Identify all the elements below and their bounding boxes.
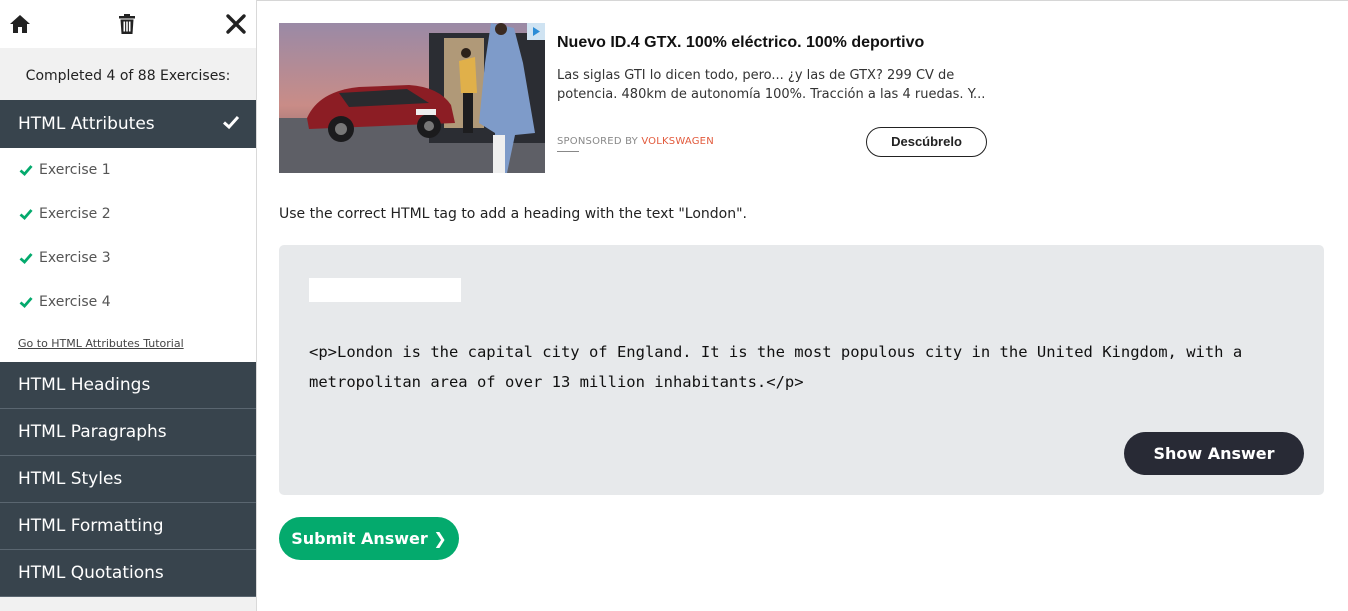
- ad-choices-icon[interactable]: [527, 23, 545, 40]
- exercise-item-2[interactable]: Exercise 2: [0, 192, 256, 236]
- ad-description: Las siglas GTI lo dicen todo, pero... ¿y…: [557, 68, 986, 102]
- code-box: <p>London is the capital city of England…: [279, 245, 1324, 495]
- section-html-styles[interactable]: HTML Styles: [0, 456, 256, 503]
- check-icon: [19, 209, 33, 220]
- exercise-label: Exercise 4: [39, 294, 111, 310]
- home-icon[interactable]: [8, 12, 32, 36]
- section-html-paragraphs[interactable]: HTML Paragraphs: [0, 409, 256, 456]
- section-label: HTML Styles: [18, 469, 123, 489]
- ad-cta-button[interactable]: Descúbrelo: [866, 127, 987, 157]
- check-icon: [19, 165, 33, 176]
- exercise-item-1[interactable]: Exercise 1: [0, 148, 256, 192]
- exercise-sidebar: Completed 4 of 88 Exercises: HTML Attrib…: [0, 0, 257, 611]
- tutorial-link[interactable]: Go to HTML Attributes Tutorial: [0, 324, 256, 362]
- ad-brand[interactable]: VOLKSWAGEN: [641, 136, 714, 147]
- check-icon: [19, 297, 33, 308]
- sponsor-underline: [557, 151, 579, 152]
- check-icon: [19, 253, 33, 264]
- sidebar-toolbar: [0, 0, 256, 48]
- code-text: <p>London is the capital city of England…: [309, 343, 1243, 391]
- exercise-item-3[interactable]: Exercise 3: [0, 236, 256, 280]
- section-label: HTML Formatting: [18, 516, 164, 536]
- ad-title[interactable]: Nuevo ID.4 GTX. 100% eléctrico. 100% dep…: [557, 34, 924, 52]
- section-label: HTML Headings: [18, 375, 151, 395]
- exercise-label: Exercise 3: [39, 250, 111, 266]
- trash-icon[interactable]: [115, 12, 139, 36]
- answer-input[interactable]: [309, 278, 461, 302]
- section-html-quotations[interactable]: HTML Quotations: [0, 550, 256, 597]
- exercise-label: Exercise 2: [39, 206, 111, 222]
- section-html-headings[interactable]: HTML Headings: [0, 362, 256, 409]
- check-icon: [222, 113, 240, 136]
- exercise-instruction: Use the correct HTML tag to add a headin…: [279, 206, 748, 222]
- exercise-label: Exercise 1: [39, 162, 111, 178]
- show-answer-button[interactable]: Show Answer: [1124, 432, 1304, 475]
- sponsored-by-label: SPONSORED BY: [557, 136, 638, 147]
- submit-answer-button[interactable]: Submit Answer ❯: [279, 517, 459, 560]
- completed-count: Completed 4 of 88 Exercises:: [0, 48, 256, 100]
- section-label: HTML Paragraphs: [18, 422, 167, 442]
- section-html-formatting[interactable]: HTML Formatting: [0, 503, 256, 550]
- section-label: HTML Attributes: [18, 114, 155, 134]
- ad-image[interactable]: [279, 23, 545, 173]
- section-label: HTML Quotations: [18, 563, 164, 583]
- close-icon[interactable]: [224, 12, 248, 36]
- ad-sponsor: SPONSORED BY VOLKSWAGEN: [557, 136, 714, 152]
- exercise-list: Exercise 1 Exercise 2 Exercise 3 Exercis…: [0, 148, 256, 362]
- section-html-attributes[interactable]: HTML Attributes: [0, 100, 256, 148]
- exercise-item-4[interactable]: Exercise 4: [0, 280, 256, 324]
